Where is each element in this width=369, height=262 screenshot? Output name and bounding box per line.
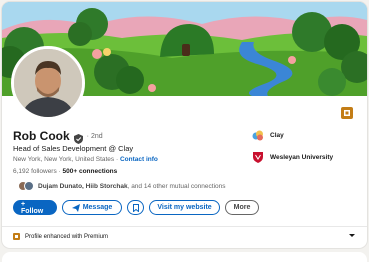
chevron-down-icon[interactable] [349,234,355,237]
message-label: Message [82,204,113,211]
follow-button[interactable]: + Follow [13,200,57,215]
profile-headline: Head of Sales Development @ Clay [13,144,134,153]
premium-icon [341,106,353,119]
followers-count[interactable]: 6,192 followers [13,168,57,175]
premium-label: Profile enhanced with Premium [25,233,109,240]
profile-name: Rob Cook [13,129,70,143]
save-button[interactable] [127,200,144,215]
profile-location: New York, New York, United States · Cont… [13,156,158,163]
premium-small-icon [13,233,20,240]
connections-count[interactable]: 500+ connections [63,168,118,175]
profile-avatar[interactable] [11,46,85,120]
wesleyan-logo-icon [253,152,263,163]
profile-side-info: Clay Wesleyan University [252,129,333,173]
mutual-text: Dujam Dunato, Hiib Storchak, and 14 othe… [38,183,226,190]
next-section-card [2,252,367,262]
premium-bar[interactable]: Profile enhanced with Premium [13,233,108,240]
company-name: Clay [270,131,284,139]
company-item[interactable]: Clay [252,129,333,141]
mutual-names: Dujam Dunato, Hiib Storchak [38,182,128,190]
location-text: New York, New York, United States · [13,156,119,163]
message-button[interactable]: Message [62,200,122,215]
name-row: Rob Cook · 2nd [13,129,103,144]
follower-stats: 6,192 followers · 500+ connections [13,168,117,175]
more-button[interactable]: More [225,200,259,215]
mutual-avatar [24,181,34,191]
school-item[interactable]: Wesleyan University [252,151,333,163]
profile-card: Rob Cook · 2nd Head of Sales Development… [2,2,367,248]
bookmark-icon [132,203,139,212]
send-icon [71,203,80,212]
connection-degree: · 2nd [86,132,103,140]
contact-info-link[interactable]: Contact info [120,156,158,163]
visit-website-button[interactable]: Visit my website [149,200,220,215]
verified-icon[interactable] [73,131,83,144]
mutual-connections[interactable]: Dujam Dunato, Hiib Storchak, and 14 othe… [18,181,226,191]
mutual-avatars [18,181,34,191]
school-name: Wesleyan University [270,153,334,161]
clay-logo-icon [252,130,263,141]
action-buttons: + Follow Message Visit my website More [13,200,259,215]
divider [2,226,367,227]
mutual-rest: , and 14 other mutual connections [127,182,226,190]
